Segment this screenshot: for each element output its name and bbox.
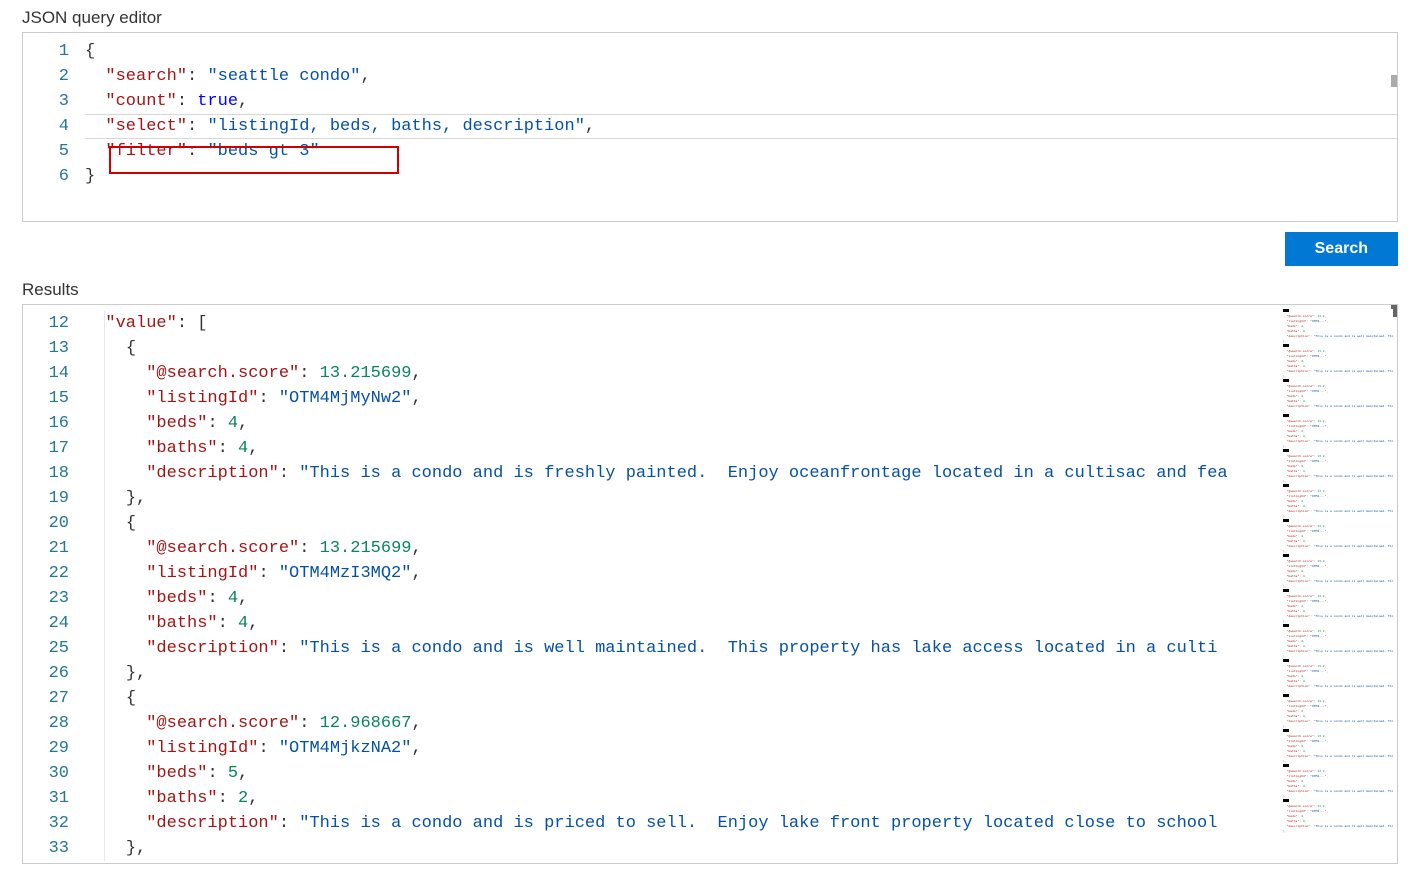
results-code-area[interactable]: 1213141516171819202122232425262728293031… [23,305,1281,863]
editor-code-area[interactable]: 123456 { "search": "seattle condo", "cou… [23,33,1397,221]
line-gutter: 123456 [23,33,85,221]
results-viewer[interactable]: 1213141516171819202122232425262728293031… [22,304,1398,864]
code-lines[interactable]: { "search": "seattle condo", "count": tr… [85,33,1397,221]
results-label: Results [22,280,1398,300]
code-lines[interactable]: "value": [ { "@search.score": 13.215699,… [85,305,1281,863]
line-gutter: 1213141516171819202122232425262728293031… [23,305,85,863]
editor-label: JSON query editor [22,8,1398,28]
json-query-editor[interactable]: 123456 { "search": "seattle condo", "cou… [22,32,1398,222]
minimap[interactable]: "@search.score": 13.2, "listingId": "OTM… [1283,309,1393,863]
search-button[interactable]: Search [1285,232,1398,266]
